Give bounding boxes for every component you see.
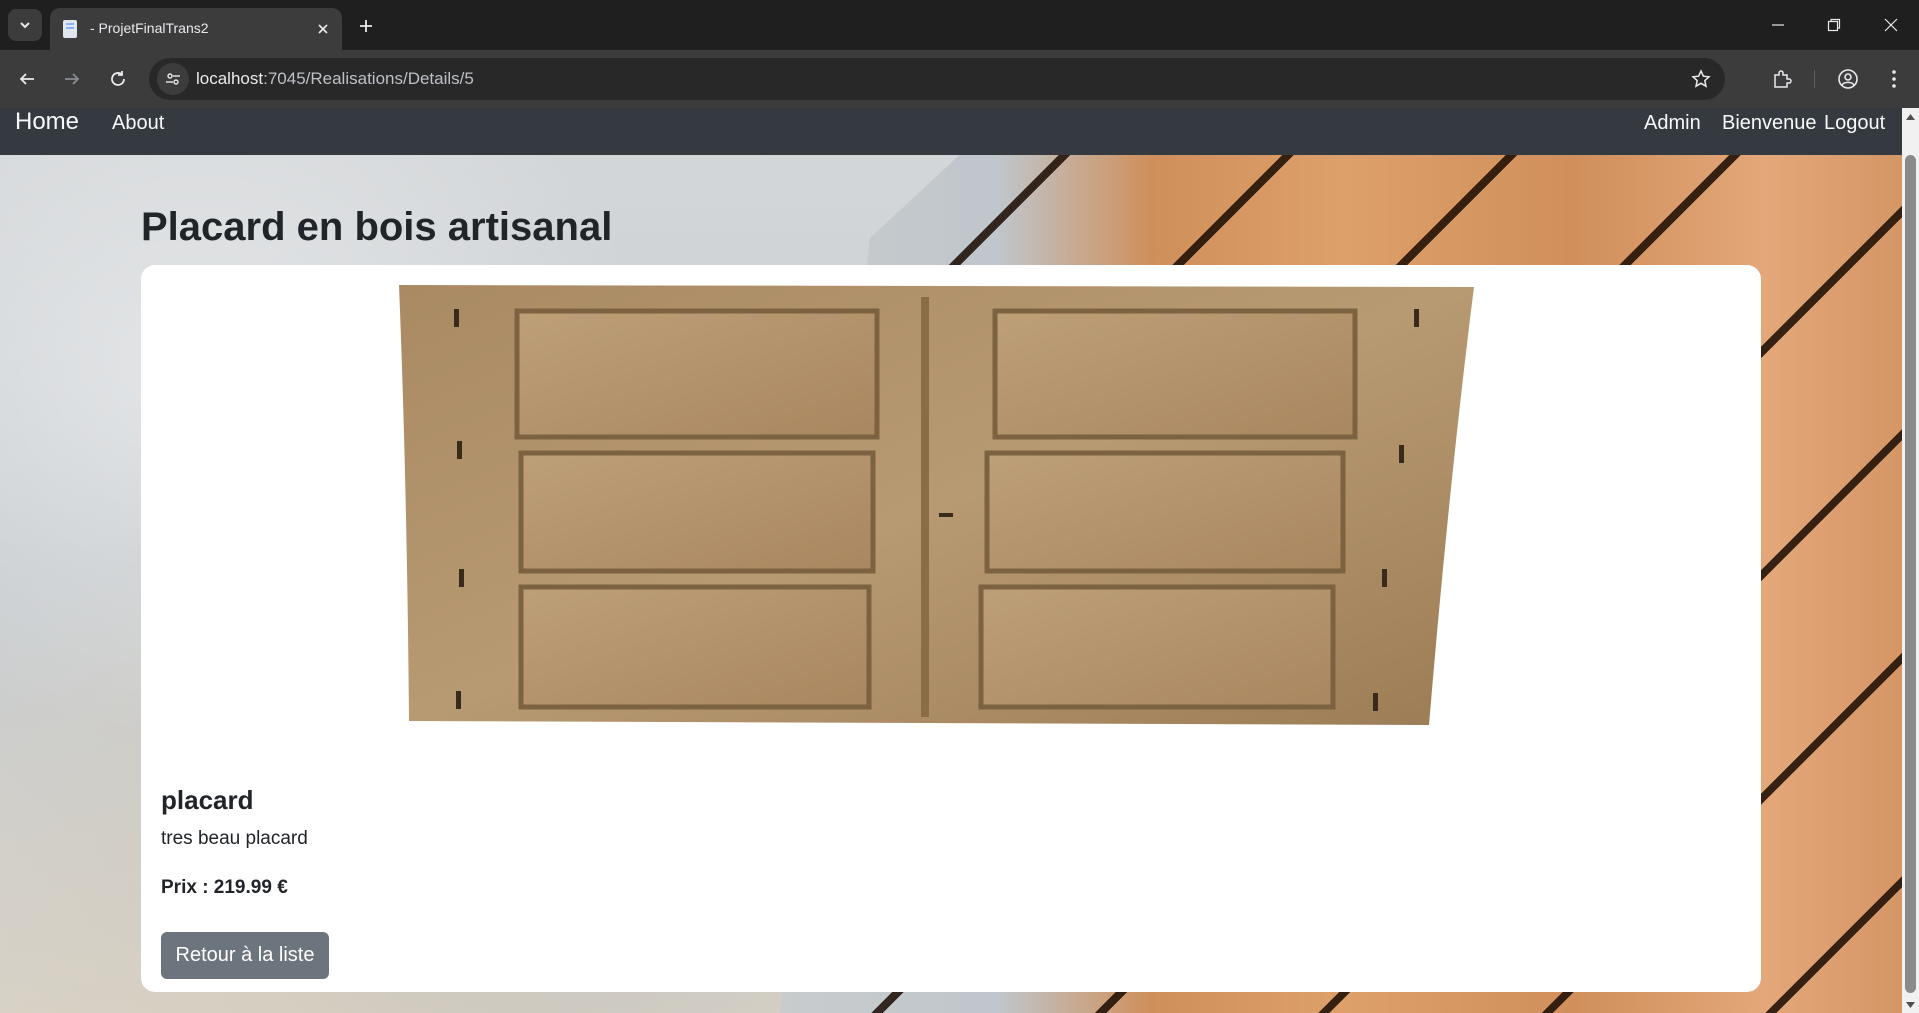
menu-button[interactable] [1878,63,1910,95]
new-tab-button[interactable] [352,12,380,40]
back-button[interactable] [11,63,43,95]
arrow-left-icon [19,73,34,85]
reload-icon [111,71,125,86]
account-icon [1838,69,1858,89]
forward-button[interactable] [56,63,88,95]
scroll-up-button[interactable] [1902,108,1919,125]
profile-button[interactable] [1832,63,1864,95]
item-price: Prix : 219.99 € [161,877,288,898]
close-icon [318,24,328,34]
back-to-list-button[interactable]: Retour à la liste [161,932,329,979]
tab-search-button[interactable] [8,9,42,41]
reload-button[interactable] [102,63,134,95]
page-title: Placard en bois artisanal [141,205,613,249]
page-scrollbar[interactable] [1902,108,1919,1013]
address-bar[interactable]: localhost:7045/Realisations/Details/5 [149,58,1725,100]
minimize-icon [1772,24,1784,26]
nav-admin-link[interactable]: Admin [1644,110,1701,136]
tab-close-button[interactable] [312,18,334,40]
url-text: localhost:7045/Realisations/Details/5 [196,69,474,89]
tab-title: - ProjetFinalTrans2 [90,20,209,36]
detail-card: placard tres beau placard Prix : 219.99 … [141,265,1761,992]
extensions-button[interactable] [1766,63,1798,95]
toolbar-divider [1814,70,1815,88]
nav-about-link[interactable]: About [112,110,164,136]
item-description: tres beau placard [161,828,308,849]
url-path: :7045/Realisations/Details/5 [263,69,474,88]
browser-toolbar: localhost:7045/Realisations/Details/5 [0,50,1919,108]
item-name: placard [161,785,254,815]
nav-logout-link[interactable]: Logout [1824,110,1885,136]
plus-icon [360,20,372,32]
restore-icon [1827,18,1841,32]
arrow-right-icon [65,73,80,85]
site-info-button[interactable] [157,63,189,95]
chevron-down-icon [20,22,30,29]
tune-icon [166,73,180,85]
scroll-down-button[interactable] [1902,996,1919,1013]
page-viewport: Home About Admin Bienvenue Logout Placar… [0,108,1919,1013]
page-favicon-icon [63,20,77,38]
site-navbar: Home About Admin Bienvenue Logout [0,108,1902,155]
triangle-down-icon [1906,1001,1915,1008]
star-icon [1691,69,1711,88]
puzzle-icon [1774,70,1792,88]
minimize-button[interactable] [1756,10,1800,40]
browser-tabstrip: - ProjetFinalTrans2 [0,0,1919,50]
scrollbar-thumb[interactable] [1905,155,1916,993]
browser-tab-active[interactable]: - ProjetFinalTrans2 [50,8,342,50]
bookmark-button[interactable] [1689,67,1713,91]
cupboard-photo [399,285,1474,725]
triangle-up-icon [1906,113,1915,120]
nav-welcome-link[interactable]: Bienvenue [1722,110,1817,136]
close-icon [1884,18,1898,32]
restore-button[interactable] [1812,10,1856,40]
more-vertical-icon [1892,70,1896,88]
close-window-button[interactable] [1869,10,1913,40]
nav-home-link[interactable]: Home [15,108,79,136]
url-host: localhost [196,69,264,88]
